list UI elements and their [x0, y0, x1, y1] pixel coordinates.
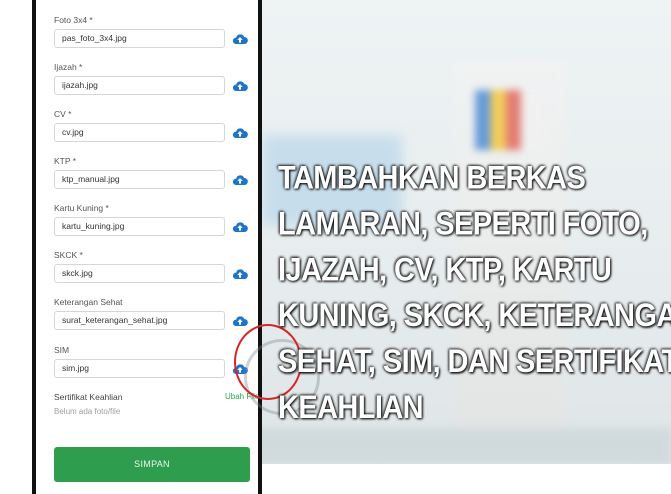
- upload-cloud-icon[interactable]: [232, 31, 248, 47]
- field-label: Ijazah *: [54, 62, 83, 72]
- file-input[interactable]: skck.jpg: [54, 264, 225, 283]
- file-input[interactable]: sim.jpg: [54, 359, 225, 378]
- caption-line: SEHAT, SIM, DAN SERTIFIKAT: [278, 344, 671, 380]
- save-button[interactable]: SIMPAN: [54, 447, 250, 482]
- field-label: Sertifikat Keahlian: [54, 392, 123, 402]
- field-label: Kartu Kuning *: [54, 203, 109, 213]
- caption-line: TAMBAHKAN BERKAS: [278, 160, 586, 197]
- field-label: Keterangan Sehat: [54, 297, 123, 307]
- upload-cloud-icon[interactable]: [232, 172, 248, 188]
- file-status: Belum ada foto/file: [54, 407, 121, 416]
- caption-line: LAMARAN, SEPERTI FOTO,: [278, 206, 648, 243]
- field-label: SIM: [54, 345, 70, 355]
- caption-line: KUNING, SKCK, KETERANGAN: [278, 298, 671, 335]
- file-input[interactable]: surat_keterangan_sehat.jpg: [54, 311, 225, 330]
- file-input[interactable]: cv.jpg: [54, 123, 225, 142]
- tutorial-caption: TAMBAHKAN BERKAS LAMARAN, SEPERTI FOTO, …: [278, 156, 671, 432]
- file-input[interactable]: ijazah.jpg: [54, 76, 225, 95]
- field-label: Foto 3x4 *: [54, 15, 93, 25]
- upload-cloud-icon[interactable]: [232, 78, 248, 94]
- field-label: KTP *: [54, 156, 77, 166]
- phone-screen: Foto 3x4 * pas_foto_3x4.jpg Ijazah * ija…: [32, 0, 320, 494]
- upload-cloud-icon[interactable]: [232, 266, 248, 282]
- upload-cloud-icon[interactable]: [232, 219, 248, 235]
- upload-cloud-icon[interactable]: [232, 125, 248, 141]
- file-input[interactable]: kartu_kuning.jpg: [54, 217, 225, 236]
- caption-line: IJAZAH, CV, KTP, KARTU: [278, 252, 612, 289]
- background-blur: [475, 90, 545, 150]
- file-input[interactable]: ktp_manual.jpg: [54, 170, 225, 189]
- left-margin: [0, 0, 32, 487]
- field-label: SKCK *: [54, 250, 83, 260]
- field-label: CV *: [54, 109, 72, 119]
- caption-line: KEAHLIAN: [278, 390, 424, 426]
- file-input[interactable]: pas_foto_3x4.jpg: [54, 29, 225, 48]
- upload-cloud-icon[interactable]: [232, 313, 248, 329]
